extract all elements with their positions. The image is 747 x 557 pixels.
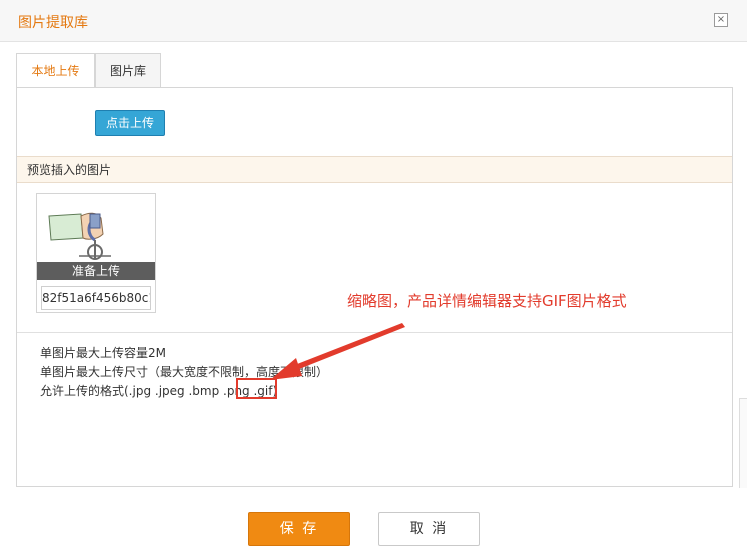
upload-status-label: 准备上传 [37,262,155,280]
thumbnail-image [37,194,155,264]
info-line-formats: 允许上传的格式(.jpg .jpeg .bmp .png .gif) [40,384,278,398]
dialog-title: 图片提取库 [18,15,88,31]
annotation-text: 缩略图，产品详情编辑器支持GIF图片格式 [347,292,627,310]
cancel-button[interactable]: 取 消 [378,512,480,546]
upload-panel: 点击上传 预览插入的图片 准备上传 82f51a6f456b80c1 [16,87,733,487]
image-thumbnail[interactable]: 准备上传 82f51a6f456b80c1 [36,193,156,313]
preview-header: 预览插入的图片 [17,156,732,183]
tab-image-library[interactable]: 图片库 [95,53,161,88]
image-filename-field[interactable]: 82f51a6f456b80c1 [41,286,151,310]
gif-highlight-box [236,378,277,399]
dialog-header: 图片提取库 × [0,0,747,42]
save-button[interactable]: 保 存 [248,512,350,546]
tab-local-upload[interactable]: 本地上传 [16,53,95,89]
background-edge [739,398,747,488]
upload-info: 单图片最大上传容量2M 单图片最大上传尺寸（最大宽度不限制，高度不限制） 允许上… [40,344,328,401]
info-line-size: 单图片最大上传容量2M [40,346,166,360]
upload-button[interactable]: 点击上传 [95,110,165,136]
info-line-dimensions: 单图片最大上传尺寸（最大宽度不限制，高度不限制） [40,365,329,379]
close-icon[interactable]: × [714,13,728,27]
